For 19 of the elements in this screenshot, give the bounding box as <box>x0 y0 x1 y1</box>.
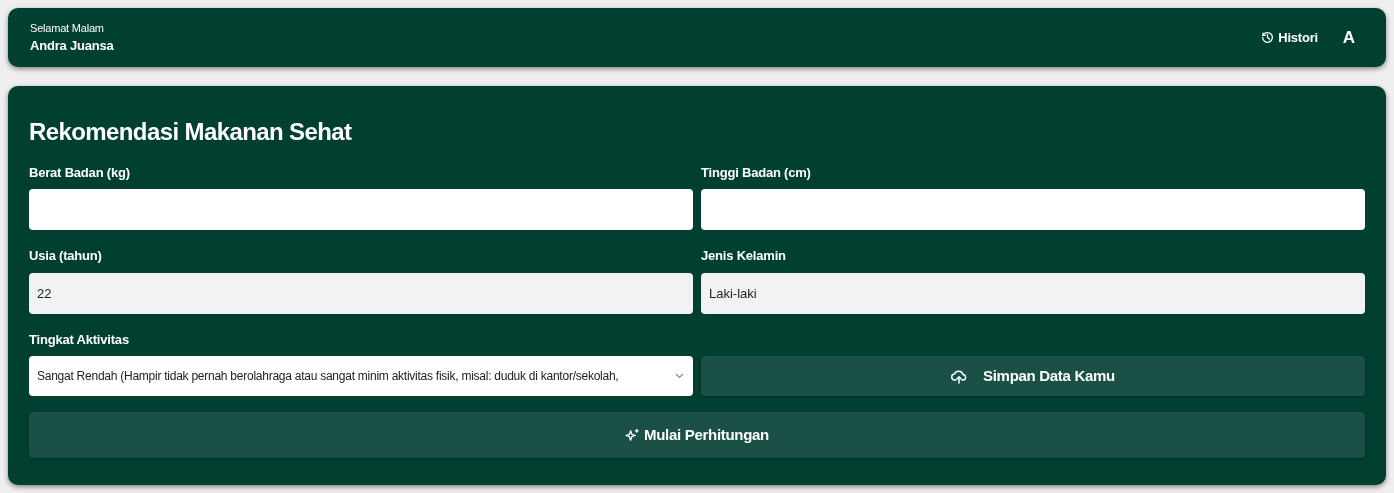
save-button[interactable]: Simpan Data Kamu <box>701 356 1365 397</box>
chevron-icon <box>675 373 684 380</box>
sparkle-icon <box>625 427 641 443</box>
history-icon <box>1261 31 1275 44</box>
input-field[interactable] <box>29 189 693 231</box>
input-field[interactable] <box>701 189 1365 231</box>
field-label: Berat Badan (kg) <box>29 163 131 182</box>
user-name: Andra Juansa <box>30 37 114 55</box>
cloud-upload-icon <box>951 368 968 384</box>
field-label: Tinggi Badan (cm) <box>701 163 812 182</box>
user-avatar[interactable]: A <box>1334 24 1364 51</box>
form-title: Rekomendasi Makanan Sehat <box>29 118 353 147</box>
field-label: Usia (tahun) <box>29 247 103 266</box>
start-button[interactable]: Mulai Perhitungan <box>29 412 1365 459</box>
field-label: Tingkat Aktivitas <box>29 330 130 349</box>
greeting-text: Selamat Malam <box>30 20 105 36</box>
history-button[interactable]: Histori <box>1261 27 1318 48</box>
field-label: Jenis Kelamin <box>701 247 787 266</box>
activity-select[interactable]: Sangat Rendah (Hampir tidak pernah berolahraga atau sangat minim aktivitas fisik, misal: duduk di kantor/sekolah, <box>29 356 693 397</box>
